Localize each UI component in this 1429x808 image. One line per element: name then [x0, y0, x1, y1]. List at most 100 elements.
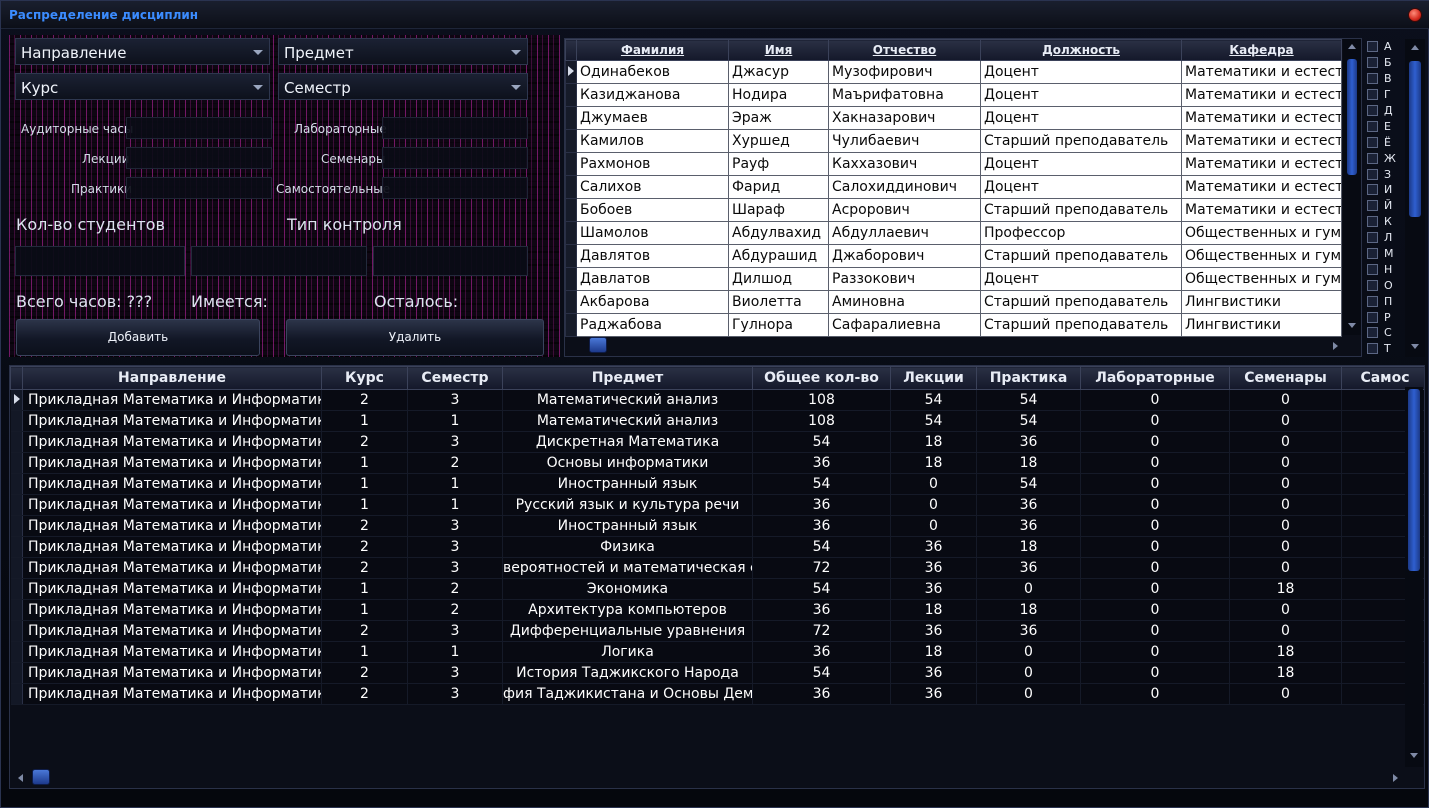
teacher-cell[interactable]: Рауф — [728, 152, 829, 176]
teacher-cell[interactable]: Математики и естестве — [1181, 129, 1342, 153]
checkbox[interactable] — [1367, 89, 1378, 101]
discipline-cell[interactable]: 3 — [407, 536, 503, 558]
discipline-cell[interactable]: 54 — [976, 410, 1081, 432]
teacher-cell[interactable]: Виолетта — [728, 290, 829, 314]
discipline-cell[interactable]: 1 — [407, 410, 503, 432]
discipline-row[interactable]: Прикладная Математика и Информатика 2 3 вер… — [10, 557, 1424, 579]
teacher-cell[interactable]: Профессор — [980, 221, 1182, 245]
teacher-cell[interactable]: Доцент — [980, 267, 1182, 291]
checkbox[interactable] — [1367, 248, 1378, 260]
alphabet-filter-item[interactable]: С — [1367, 325, 1403, 341]
row-header[interactable] — [565, 129, 577, 153]
discipline-cell[interactable]: 0 — [1229, 431, 1342, 453]
disciplines-header-cell[interactable]: Семенары — [1229, 366, 1342, 390]
teacher-cell[interactable]: Музофирович — [828, 60, 981, 84]
course-select[interactable]: Курс — [15, 73, 270, 100]
teacher-cell[interactable]: Эраж — [728, 106, 829, 130]
row-header[interactable] — [10, 536, 23, 558]
discipline-cell[interactable]: 54 — [752, 578, 891, 600]
scroll-left-icon[interactable] — [18, 774, 23, 782]
row-header[interactable] — [565, 152, 577, 176]
alphabet-filter-item[interactable]: О — [1367, 277, 1403, 293]
teacher-cell[interactable]: Фарид — [728, 175, 829, 199]
teacher-row[interactable]: Давлатов Дилшод Раззокович Доцент Общественн… — [565, 267, 1342, 291]
discipline-cell[interactable]: 54 — [890, 389, 977, 411]
discipline-cell[interactable]: 54 — [976, 473, 1081, 495]
discipline-cell[interactable]: Прикладная Математика и Информатика — [22, 473, 322, 495]
teacher-cell[interactable]: Шараф — [728, 198, 829, 222]
disciplines-hscroll-thumb[interactable] — [32, 769, 50, 785]
teacher-cell[interactable]: Раззокович — [828, 267, 981, 291]
discipline-cell[interactable]: Математический анализ — [502, 389, 753, 411]
alphabet-filter-item[interactable]: В — [1367, 71, 1403, 87]
teacher-cell[interactable]: Бобоев — [576, 198, 729, 222]
discipline-cell[interactable]: 3 — [407, 662, 503, 684]
discipline-cell[interactable]: 0 — [1229, 473, 1342, 495]
discipline-cell[interactable]: 0 — [1080, 641, 1230, 663]
discipline-cell[interactable]: 0 — [1080, 599, 1230, 621]
scroll-up-icon[interactable] — [1348, 44, 1356, 49]
alphabet-vscroll-thumb[interactable] — [1409, 61, 1421, 217]
discipline-cell[interactable]: 0 — [1080, 662, 1230, 684]
teacher-cell[interactable]: Математики и естестве — [1181, 152, 1342, 176]
checkbox[interactable] — [1367, 263, 1378, 275]
teacher-cell[interactable]: Рахмонов — [576, 152, 729, 176]
teacher-cell[interactable]: Общественных и гуман — [1181, 244, 1342, 268]
teacher-row[interactable]: Казиджанова Нодира Маърифатовна Доцент Матем… — [565, 83, 1342, 107]
teacher-cell[interactable]: Асрорович — [828, 198, 981, 222]
scroll-up-icon[interactable] — [1411, 45, 1419, 50]
row-header[interactable] — [10, 620, 23, 642]
discipline-cell[interactable]: 108 — [752, 389, 891, 411]
alphabet-filter-item[interactable]: К — [1367, 214, 1403, 230]
discipline-cell[interactable]: 2 — [321, 557, 408, 579]
teacher-cell[interactable]: Шамолов — [576, 221, 729, 245]
checkbox[interactable] — [1367, 343, 1378, 355]
discipline-cell[interactable]: 2 — [321, 683, 408, 705]
teacher-cell[interactable]: Хакназарович — [828, 106, 981, 130]
teacher-cell[interactable]: Маърифатовна — [828, 83, 981, 107]
discipline-cell[interactable]: Прикладная Математика и Информатика — [22, 431, 322, 453]
row-header[interactable] — [10, 683, 23, 705]
scroll-down-icon[interactable] — [1348, 323, 1356, 328]
discipline-cell[interactable]: Прикладная Математика и Информатика — [22, 452, 322, 474]
teacher-cell[interactable]: Математики и естестве — [1181, 175, 1342, 199]
discipline-cell[interactable]: 54 — [890, 410, 977, 432]
disciplines-header-cell[interactable]: Практика — [976, 366, 1081, 390]
teacher-cell[interactable]: Лингвистики — [1181, 290, 1342, 314]
discipline-cell[interactable]: 2 — [321, 662, 408, 684]
discipline-cell[interactable]: 18 — [1229, 662, 1342, 684]
checkbox[interactable] — [1367, 327, 1378, 339]
row-header[interactable] — [565, 290, 577, 314]
disciplines-vscroll[interactable] — [1405, 387, 1423, 767]
discipline-cell[interactable]: Физика — [502, 536, 753, 558]
discipline-cell[interactable]: 18 — [1229, 578, 1342, 600]
discipline-cell[interactable]: 0 — [1080, 620, 1230, 642]
discipline-cell[interactable]: 2 — [321, 620, 408, 642]
checkbox[interactable] — [1367, 105, 1378, 116]
row-header[interactable] — [565, 313, 577, 337]
alphabet-filter-item[interactable]: П — [1367, 293, 1403, 309]
discipline-cell[interactable]: 0 — [1229, 494, 1342, 516]
discipline-cell[interactable]: 0 — [1080, 683, 1230, 705]
row-header[interactable] — [10, 662, 23, 684]
discipline-cell[interactable]: 36 — [976, 515, 1081, 537]
alphabet-filter-item[interactable]: Р — [1367, 309, 1403, 325]
discipline-cell[interactable]: 2 — [407, 578, 503, 600]
row-header[interactable] — [10, 410, 23, 432]
discipline-cell[interactable]: Прикладная Математика и Информатика — [22, 536, 322, 558]
teacher-cell[interactable]: Дилшод — [728, 267, 829, 291]
discipline-cell[interactable]: 1 — [321, 410, 408, 432]
alphabet-filter-item[interactable]: Й — [1367, 198, 1403, 214]
teacher-cell[interactable]: Доцент — [980, 60, 1182, 84]
teacher-cell[interactable]: Старший преподаватель — [980, 313, 1182, 337]
discipline-cell[interactable]: 18 — [976, 536, 1081, 558]
disciplines-header-cell[interactable]: Лабораторные — [1080, 366, 1230, 390]
discipline-cell[interactable]: Иностранный язык — [502, 473, 753, 495]
discipline-row[interactable]: Прикладная Математика и Информатика 2 3 Ист… — [10, 662, 1424, 684]
teacher-row[interactable]: Одинабеков Джасур Музофирович Доцент Математ… — [565, 60, 1342, 84]
discipline-cell[interactable]: 72 — [752, 620, 891, 642]
discipline-row[interactable]: Прикладная Математика и Информатика 2 3 Диф… — [10, 620, 1424, 642]
discipline-cell[interactable]: 36 — [752, 599, 891, 621]
teacher-cell[interactable]: Математики и естестве — [1181, 198, 1342, 222]
teachers-header-cell[interactable]: Отчество — [828, 39, 981, 61]
